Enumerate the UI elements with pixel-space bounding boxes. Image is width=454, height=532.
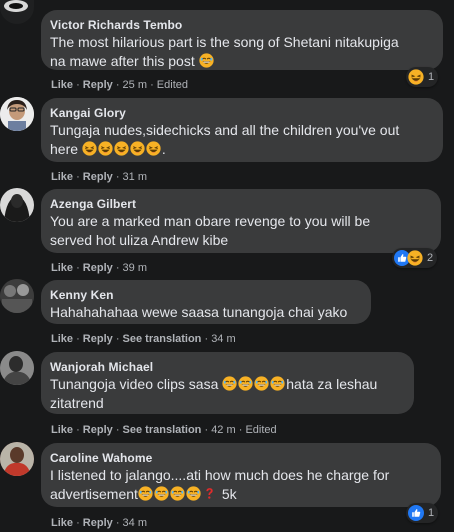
timestamp[interactable]: 34 m bbox=[211, 333, 235, 345]
avatar[interactable] bbox=[0, 188, 34, 222]
question-mark-icon bbox=[202, 486, 217, 501]
avatar[interactable] bbox=[0, 351, 34, 385]
like-link[interactable]: Like bbox=[51, 517, 73, 529]
reply-link[interactable]: Reply bbox=[83, 424, 113, 436]
comment-bubble: Victor Richards Tembo The most hilarious… bbox=[41, 10, 443, 70]
reaction-summary[interactable]: 2 bbox=[392, 248, 438, 268]
reaction-count: 1 bbox=[428, 507, 435, 519]
avatar[interactable] bbox=[0, 442, 34, 476]
reply-link[interactable]: Reply bbox=[83, 79, 113, 91]
timestamp[interactable]: 31 m bbox=[123, 171, 147, 183]
comment-actions: Like · Reply · 25 m · Edited bbox=[51, 79, 188, 91]
like-link[interactable]: Like bbox=[51, 262, 73, 274]
haha-reaction-icon bbox=[408, 69, 424, 85]
comment-text: Hahahahahaa wewe saasa tunangoja chai ya… bbox=[50, 304, 348, 320]
reaction-summary[interactable]: 1 bbox=[406, 67, 439, 87]
comment-author[interactable]: Kangai Glory bbox=[50, 105, 431, 121]
reply-link[interactable]: Reply bbox=[83, 333, 113, 345]
avatar[interactable] bbox=[0, 97, 34, 131]
comment-bubble: Wanjorah Michael Tunangoja video clips s… bbox=[41, 352, 414, 414]
see-translation-link[interactable]: See translation bbox=[123, 424, 202, 436]
laughing-emoji-icon bbox=[146, 141, 161, 156]
comment-actions: Like · Reply · 34 m bbox=[51, 517, 148, 529]
like-reaction-icon bbox=[408, 505, 424, 521]
comment-text: The most hilarious part is the song of S… bbox=[50, 34, 399, 69]
comment-text: Tunangoja video clips sasa hata za lesha… bbox=[50, 376, 378, 411]
haha-reaction-icon bbox=[407, 250, 423, 266]
comment-text: You are a marked man obare revenge to yo… bbox=[50, 213, 371, 248]
comment-bubble: Azenga Gilbert You are a marked man obar… bbox=[41, 189, 441, 253]
see-translation-link[interactable]: See translation bbox=[123, 333, 202, 345]
comment-actions: Like · Reply · See translation · 42 m · … bbox=[51, 424, 277, 436]
grinning-sweat-emoji-icon bbox=[186, 486, 201, 501]
grinning-sweat-emoji-icon bbox=[199, 53, 214, 68]
comment-text: Tungaja nudes,sidechicks and all the chi… bbox=[50, 122, 400, 157]
comment-author[interactable]: Victor Richards Tembo bbox=[50, 17, 431, 33]
comment-actions: Like · Reply · See translation · 34 m bbox=[51, 333, 236, 345]
comment-bubble: Kenny Ken Hahahahahaa wewe saasa tunango… bbox=[41, 280, 371, 324]
comment-text: I listened to jalango....ati how much do… bbox=[50, 467, 390, 502]
reaction-summary[interactable]: 1 bbox=[406, 503, 439, 523]
grinning-sweat-emoji-icon bbox=[254, 376, 269, 391]
like-link[interactable]: Like bbox=[51, 171, 73, 183]
grinning-sweat-emoji-icon bbox=[154, 486, 169, 501]
laughing-emoji-icon bbox=[130, 141, 145, 156]
avatar[interactable] bbox=[0, 279, 34, 313]
grinning-sweat-emoji-icon bbox=[238, 376, 253, 391]
comment-actions: Like · Reply · 39 m bbox=[51, 262, 148, 274]
comment-author[interactable]: Caroline Wahome bbox=[50, 450, 429, 466]
comment-author[interactable]: Kenny Ken bbox=[50, 287, 359, 303]
grinning-sweat-emoji-icon bbox=[170, 486, 185, 501]
reaction-count: 2 bbox=[427, 252, 434, 264]
laughing-emoji-icon bbox=[98, 141, 113, 156]
edited-label: Edited bbox=[245, 424, 277, 436]
laughing-emoji-icon bbox=[82, 141, 97, 156]
timestamp[interactable]: 42 m bbox=[211, 424, 235, 436]
timestamp[interactable]: 39 m bbox=[123, 262, 147, 274]
reaction-count: 1 bbox=[428, 71, 435, 83]
comment-bubble: Caroline Wahome I listened to jalango...… bbox=[41, 443, 441, 507]
grinning-sweat-emoji-icon bbox=[138, 486, 153, 501]
grinning-sweat-emoji-icon bbox=[270, 376, 285, 391]
timestamp[interactable]: 25 m bbox=[123, 79, 147, 91]
like-link[interactable]: Like bbox=[51, 424, 73, 436]
comment-author[interactable]: Wanjorah Michael bbox=[50, 359, 402, 375]
laughing-emoji-icon bbox=[114, 141, 129, 156]
reply-link[interactable]: Reply bbox=[83, 171, 113, 183]
grinning-sweat-emoji-icon bbox=[222, 376, 237, 391]
comment-actions: Like · Reply · 31 m bbox=[51, 171, 148, 183]
like-link[interactable]: Like bbox=[51, 79, 73, 91]
timestamp[interactable]: 34 m bbox=[123, 517, 147, 529]
comment-bubble: Kangai Glory Tungaja nudes,sidechicks an… bbox=[41, 98, 443, 162]
reply-link[interactable]: Reply bbox=[83, 517, 113, 529]
like-link[interactable]: Like bbox=[51, 333, 73, 345]
reply-link[interactable]: Reply bbox=[83, 262, 113, 274]
edited-label: Edited bbox=[156, 79, 188, 91]
avatar[interactable] bbox=[0, 0, 34, 24]
comment-author[interactable]: Azenga Gilbert bbox=[50, 196, 429, 212]
